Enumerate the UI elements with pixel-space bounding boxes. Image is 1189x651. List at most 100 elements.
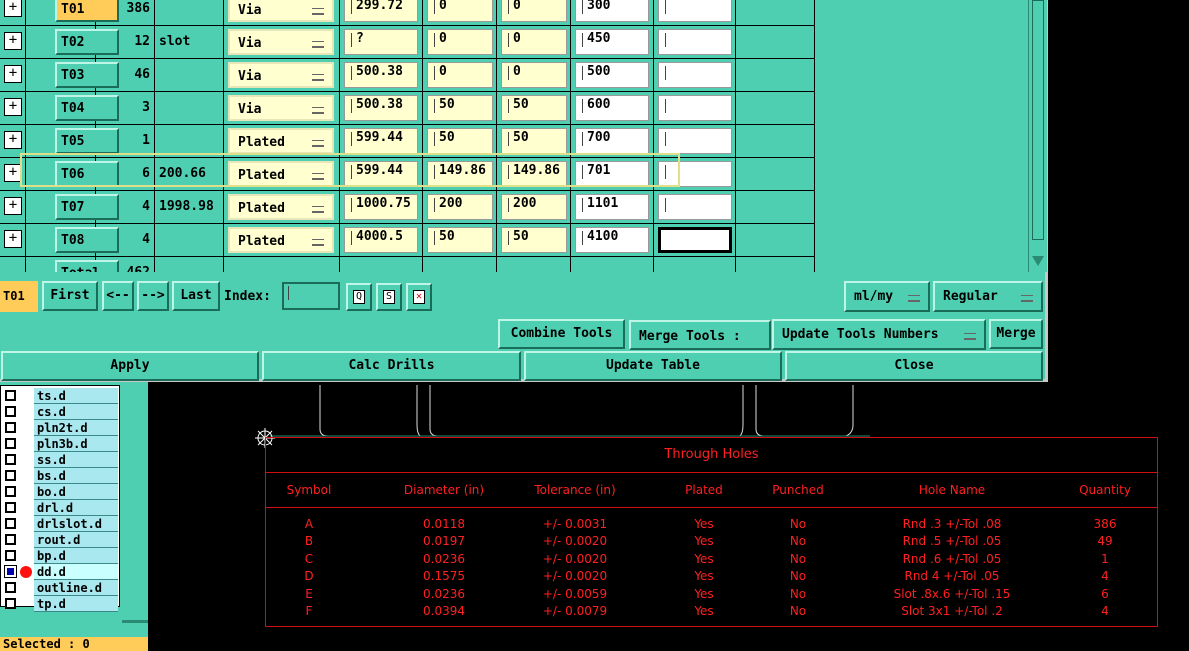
layer-item[interactable]: bp.d [1, 548, 119, 564]
combine-tools-button[interactable]: Combine Tools [498, 319, 625, 349]
layer-name[interactable]: dd.d [34, 564, 118, 580]
expand-icon[interactable]: + [4, 65, 22, 83]
layer-item[interactable]: ss.d [1, 452, 119, 468]
merge-button[interactable]: Merge [989, 319, 1043, 349]
find-icon-button[interactable]: Q [346, 283, 372, 311]
layer-checkbox[interactable] [5, 518, 16, 529]
extra-field[interactable] [658, 29, 732, 55]
layer-name[interactable]: pln3b.d [34, 436, 118, 452]
layer-name[interactable]: bp.d [34, 548, 118, 564]
extra-field[interactable] [658, 161, 732, 187]
expand-icon[interactable]: + [4, 98, 22, 116]
layer-checkbox[interactable] [5, 502, 16, 513]
layer-checkbox[interactable] [5, 534, 16, 545]
tol-minus-field[interactable]: 149.86 [501, 161, 567, 187]
layer-name[interactable]: bs.d [34, 468, 118, 484]
layer-item[interactable]: bo.d [1, 484, 119, 500]
layer-checkbox[interactable] [5, 550, 16, 561]
tol-plus-field[interactable]: 0 [427, 29, 493, 55]
layer-item[interactable]: drl.d [1, 500, 119, 516]
tol-plus-field[interactable]: 50 [427, 128, 493, 154]
expand-icon[interactable]: + [4, 197, 22, 215]
expand-icon[interactable]: + [4, 131, 22, 149]
layer-name[interactable]: drl.d [34, 500, 118, 516]
tol-plus-field[interactable]: 149.86 [427, 161, 493, 187]
units-dropdown[interactable]: ml/my [844, 281, 930, 312]
tol-minus-field[interactable]: 0 [501, 0, 567, 22]
layer-checkbox[interactable] [5, 390, 16, 401]
route-field[interactable]: 450 [575, 29, 649, 55]
layer-item[interactable]: cs.d [1, 404, 119, 420]
type-dropdown[interactable]: Via [228, 0, 334, 22]
layer-name[interactable]: ts.d [34, 388, 118, 404]
route-field[interactable]: 700 [575, 128, 649, 154]
layer-item[interactable]: tp.d [1, 596, 119, 612]
layer-checkbox[interactable] [5, 438, 16, 449]
type-dropdown[interactable]: Via [228, 29, 334, 55]
drill-size-field[interactable]: 500.38 [344, 95, 418, 121]
type-dropdown[interactable]: Via [228, 95, 334, 121]
tol-plus-field[interactable]: 200 [427, 194, 493, 220]
route-field[interactable]: 600 [575, 95, 649, 121]
expand-icon[interactable]: + [4, 164, 22, 182]
type-dropdown[interactable]: Plated [228, 227, 334, 253]
calc-drills-button[interactable]: Calc Drills [262, 351, 521, 381]
expand-icon[interactable]: + [4, 32, 22, 50]
route-field[interactable]: 4100 [575, 227, 649, 253]
route-field[interactable]: 1101 [575, 194, 649, 220]
apply-button[interactable]: Apply [1, 351, 259, 381]
layer-name[interactable]: outline.d [34, 580, 118, 596]
tol-minus-field[interactable]: 0 [501, 29, 567, 55]
scroll-thumb[interactable] [1032, 0, 1044, 240]
refresh-icon-button[interactable]: S [376, 283, 402, 311]
tol-minus-field[interactable]: 50 [501, 227, 567, 253]
extra-field[interactable] [658, 62, 732, 88]
type-dropdown[interactable]: Plated [228, 194, 334, 220]
layer-checkbox[interactable] [5, 566, 16, 577]
tol-plus-field[interactable]: 50 [427, 95, 493, 121]
layer-item[interactable]: pln3b.d [1, 436, 119, 452]
tol-minus-field[interactable]: 50 [501, 95, 567, 121]
extra-field[interactable] [658, 194, 732, 220]
layer-name[interactable]: cs.d [34, 404, 118, 420]
route-field[interactable]: 300 [575, 0, 649, 22]
drill-size-field[interactable]: 4000.5 [344, 227, 418, 253]
layer-checkbox[interactable] [5, 582, 16, 593]
layer-item[interactable]: ts.d [1, 388, 119, 404]
layer-item[interactable]: bs.d [1, 468, 119, 484]
route-field[interactable]: 701 [575, 161, 649, 187]
drill-size-field[interactable]: 599.44 [344, 128, 418, 154]
first-button[interactable]: First [42, 281, 98, 311]
layer-name[interactable]: rout.d [34, 532, 118, 548]
layer-item[interactable]: drlslot.d [1, 516, 119, 532]
expand-icon[interactable]: + [4, 230, 22, 248]
tol-plus-field[interactable]: 0 [427, 62, 493, 88]
layer-name[interactable]: bo.d [34, 484, 118, 500]
layer-checkbox[interactable] [5, 598, 16, 609]
route-field[interactable]: 500 [575, 62, 649, 88]
tol-minus-field[interactable]: 50 [501, 128, 567, 154]
layer-item[interactable]: rout.d [1, 532, 119, 548]
close-button[interactable]: Close [785, 351, 1043, 381]
extra-field[interactable] [658, 95, 732, 121]
tol-minus-field[interactable]: 0 [501, 62, 567, 88]
type-dropdown[interactable]: Plated [228, 161, 334, 187]
drill-size-field[interactable]: 1000.75 [344, 194, 418, 220]
layer-name[interactable]: ss.d [34, 452, 118, 468]
expand-icon[interactable]: + [4, 0, 22, 17]
layer-item[interactable]: outline.d [1, 580, 119, 596]
type-dropdown[interactable]: Plated [228, 128, 334, 154]
layer-item[interactable]: pln2t.d [1, 420, 119, 436]
last-button[interactable]: Last [172, 281, 220, 311]
index-input[interactable] [282, 282, 340, 310]
layer-name[interactable]: pln2t.d [34, 420, 118, 436]
layer-item[interactable]: dd.d [1, 564, 119, 580]
grid-scrollbar[interactable] [1028, 0, 1047, 272]
scroll-down-arrow-icon[interactable] [1032, 256, 1044, 266]
tol-plus-field[interactable]: 50 [427, 227, 493, 253]
layer-checkbox[interactable] [5, 470, 16, 481]
drill-size-field[interactable]: 500.38 [344, 62, 418, 88]
delete-icon-button[interactable]: ✕ [406, 283, 432, 311]
drill-size-field[interactable]: ? [344, 29, 418, 55]
update-table-button[interactable]: Update Table [524, 351, 782, 381]
